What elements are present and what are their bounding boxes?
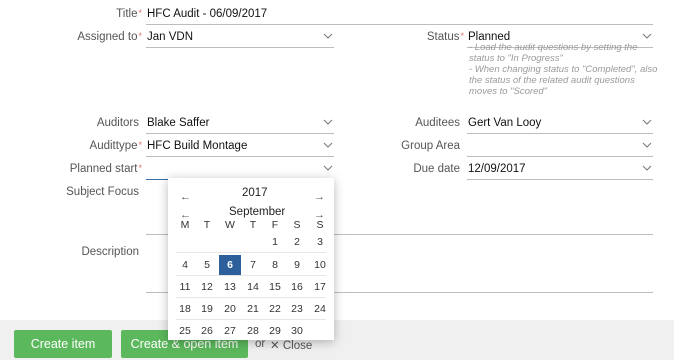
weekday-header: S: [293, 219, 301, 231]
calendar-day[interactable]: 7: [242, 255, 264, 275]
calendar-day[interactable]: 11: [174, 277, 196, 297]
calendar-day[interactable]: 23: [286, 299, 308, 319]
auditees-label: Auditees: [415, 117, 460, 129]
planned-start-label: Planned start*: [69, 163, 142, 175]
status-help-text: - Load the audit questions by setting th…: [469, 42, 659, 97]
calendar-day[interactable]: 16: [286, 277, 308, 297]
chevron-down-icon: [323, 119, 333, 125]
calendar-day[interactable]: 1: [264, 232, 286, 252]
create-item-button[interactable]: Create item: [14, 330, 112, 358]
calendar-day[interactable]: 28: [242, 321, 264, 341]
calendar-day-selected[interactable]: 6: [219, 255, 241, 275]
assigned-to-label: Assigned to*: [77, 31, 142, 43]
chevron-down-icon: [642, 142, 652, 148]
date-picker-popup: ← 2017 → ← September → MTWTFSS1234567891…: [168, 178, 334, 340]
weekday-header: M: [180, 219, 190, 231]
chevron-down-icon: [642, 33, 652, 39]
calendar-day[interactable]: 27: [219, 321, 241, 341]
auditors-label: Auditors: [96, 117, 139, 129]
weekday-header: S: [316, 219, 324, 231]
calendar-day[interactable]: 17: [309, 277, 331, 297]
auditors-select[interactable]: Blake Saffer: [146, 116, 334, 134]
chevron-down-icon: [642, 119, 652, 125]
audittype-label: Audittype*: [89, 140, 142, 152]
group-area-label: Group Area: [401, 140, 460, 152]
calendar-day[interactable]: 5: [196, 255, 218, 275]
calendar-day[interactable]: 29: [264, 321, 286, 341]
calendar-day[interactable]: 24: [309, 299, 331, 319]
title-field[interactable]: HFC Audit - 06/09/2017: [146, 7, 653, 25]
assigned-to-select[interactable]: Jan VDN: [146, 30, 334, 48]
audittype-select[interactable]: HFC Build Montage: [146, 139, 334, 157]
chevron-down-icon: [323, 142, 333, 148]
status-label: Status*: [426, 31, 464, 43]
calendar-day[interactable]: 13: [219, 277, 241, 297]
title-label: Title*: [116, 8, 142, 20]
calendar-day[interactable]: 10: [309, 255, 331, 275]
calendar-day[interactable]: 18: [174, 299, 196, 319]
chevron-down-icon: [323, 33, 333, 39]
calendar-day[interactable]: 14: [242, 277, 264, 297]
subject-focus-label: Subject Focus: [66, 186, 139, 198]
chevron-down-icon: [642, 165, 652, 171]
calendar-day[interactable]: 3: [309, 232, 331, 252]
calendar-row-divider: [176, 297, 326, 298]
description-label: Description: [81, 246, 139, 258]
calendar-year[interactable]: 2017: [242, 187, 268, 199]
status-note-1: - Load the audit questions by setting th…: [469, 42, 638, 64]
due-date-label: Due date: [413, 163, 460, 175]
group-area-select[interactable]: [467, 139, 653, 157]
next-year-arrow[interactable]: →: [314, 191, 325, 203]
prev-year-arrow[interactable]: ←: [180, 191, 191, 203]
calendar-day[interactable]: 9: [286, 255, 308, 275]
due-date-field[interactable]: 12/09/2017: [467, 162, 653, 180]
calendar-day[interactable]: 25: [174, 321, 196, 341]
calendar-month[interactable]: September: [229, 206, 285, 218]
calendar-row-divider: [176, 252, 326, 253]
calendar-day[interactable]: 15: [264, 277, 286, 297]
calendar-row-divider: [176, 319, 326, 320]
weekday-header: T: [203, 219, 211, 231]
calendar-day[interactable]: 20: [219, 299, 241, 319]
calendar-day[interactable]: 30: [286, 321, 308, 341]
calendar-row-divider: [176, 275, 326, 276]
calendar-day[interactable]: 22: [264, 299, 286, 319]
calendar-day[interactable]: 12: [196, 277, 218, 297]
chevron-down-icon: [323, 165, 333, 171]
weekday-header: F: [271, 219, 279, 231]
close-label: ✕ Close: [270, 340, 313, 352]
auditees-select[interactable]: Gert Van Looy: [467, 116, 653, 134]
calendar-day[interactable]: 8: [264, 255, 286, 275]
calendar-day[interactable]: 4: [174, 255, 196, 275]
weekday-header: T: [249, 219, 257, 231]
calendar-day[interactable]: 26: [196, 321, 218, 341]
calendar-day[interactable]: 19: [196, 299, 218, 319]
calendar-day[interactable]: 21: [242, 299, 264, 319]
calendar-day[interactable]: 2: [286, 232, 308, 252]
weekday-header: W: [225, 219, 235, 231]
status-note-2: - When changing status to "Completed", a…: [469, 64, 658, 97]
title-value: HFC Audit - 06/09/2017: [147, 8, 268, 20]
